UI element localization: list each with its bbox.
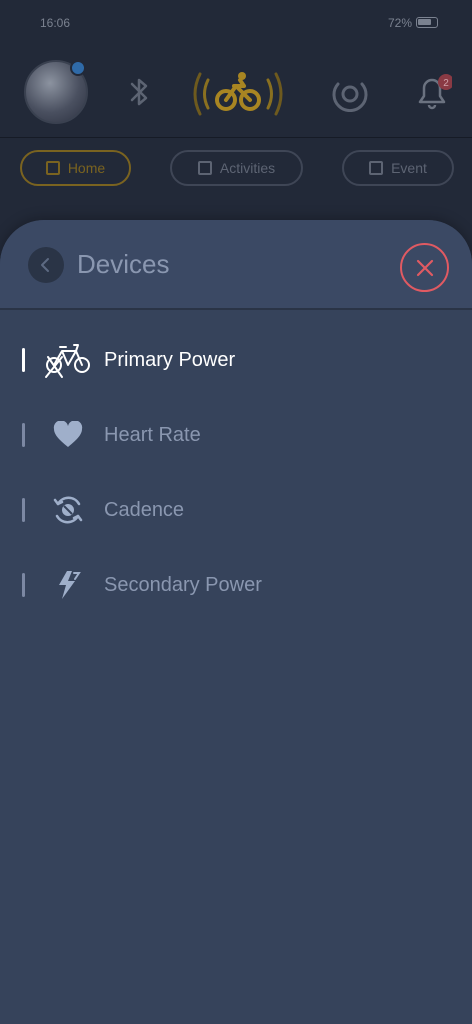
- device-item-primary-power[interactable]: Primary Power: [0, 322, 472, 397]
- back-button[interactable]: [28, 247, 64, 283]
- devices-sheet: Devices Primary Power Heart Rate Cadence…: [0, 220, 472, 1024]
- tab-home-label: Home: [67, 160, 106, 176]
- close-button[interactable]: [400, 243, 449, 292]
- sheet-title: Devices: [77, 249, 170, 279]
- selection-indicator: [22, 573, 25, 597]
- tab-event[interactable]: Event: [342, 150, 454, 186]
- nav-tabs: Home Activities Event: [0, 146, 472, 190]
- tab-event-label: Event: [391, 160, 427, 176]
- heart-icon: [44, 415, 92, 455]
- tab-home[interactable]: Home: [20, 150, 131, 186]
- device-item-cadence[interactable]: Cadence: [0, 472, 472, 547]
- device-list: Primary Power Heart Rate Cadence Seconda…: [0, 322, 472, 622]
- battery-icon: [416, 17, 438, 28]
- status-bar: 16:06 72%: [0, 0, 472, 46]
- bluetooth-icon[interactable]: [124, 74, 154, 110]
- home-grid-icon: [45, 161, 60, 175]
- tab-activities-label: Activities: [219, 160, 276, 176]
- sheet-header: Devices: [0, 220, 472, 310]
- close-icon: [416, 259, 433, 276]
- event-icon: [369, 161, 384, 175]
- battery-percent: 72%: [388, 16, 413, 30]
- calendar-icon: [197, 161, 212, 175]
- bike-trainer-icon: [44, 340, 92, 380]
- notification-bell-icon[interactable]: 2: [412, 72, 452, 112]
- device-item-label: Heart Rate: [104, 424, 201, 446]
- status-time: 16:06: [40, 16, 71, 30]
- power-bolt-icon: [44, 565, 92, 605]
- tab-activities[interactable]: Activities: [170, 150, 303, 186]
- notification-count: 2: [443, 78, 449, 89]
- device-item-label: Primary Power: [104, 349, 236, 371]
- target-icon[interactable]: [330, 72, 370, 112]
- selection-indicator: [22, 348, 25, 372]
- device-item-heart-rate[interactable]: Heart Rate: [0, 397, 472, 472]
- selection-indicator: [22, 498, 25, 522]
- top-bar: 2: [0, 46, 472, 138]
- device-item-label: Cadence: [104, 499, 185, 521]
- selection-indicator: [22, 423, 25, 447]
- device-item-secondary-power[interactable]: Secondary Power: [0, 547, 472, 622]
- device-item-label: Secondary Power: [104, 574, 262, 596]
- cadence-icon: [44, 490, 92, 530]
- verified-badge-icon: [70, 60, 86, 76]
- brand-logo-icon[interactable]: [186, 62, 290, 126]
- chevron-left-icon: [41, 258, 49, 272]
